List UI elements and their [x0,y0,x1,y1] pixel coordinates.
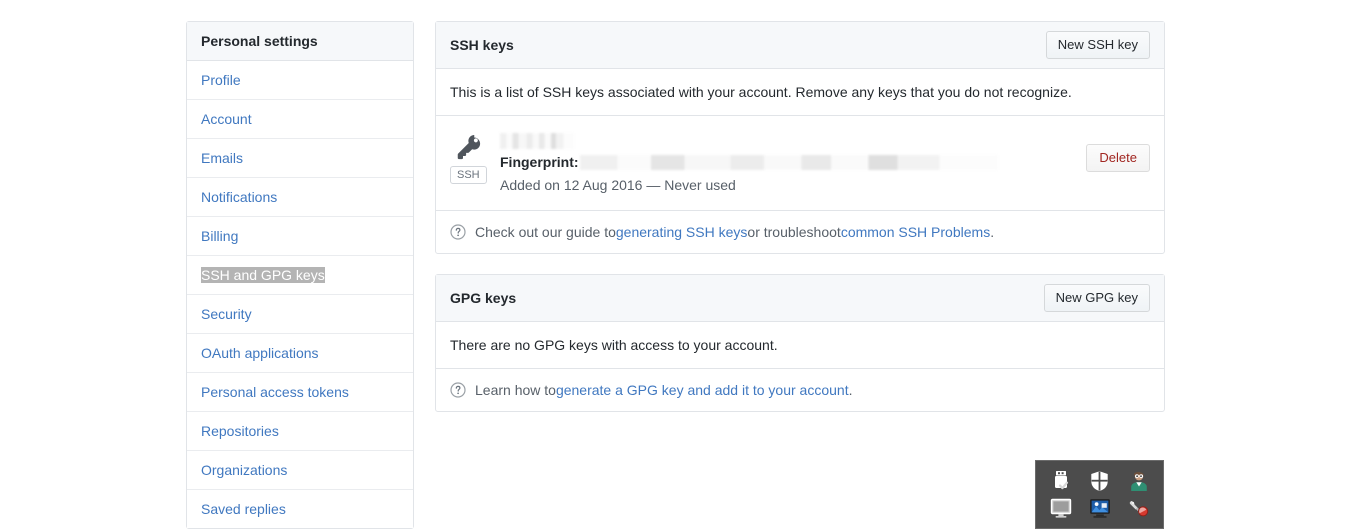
sidebar-item-personal-access-tokens[interactable]: Personal access tokens [187,373,413,412]
ssh-key-actions: Delete [1086,144,1150,172]
ssh-keys-panel: SSH keys New SSH key This is a list of S… [435,21,1165,254]
sidebar-item-ssh-and-gpg-keys[interactable]: SSH and GPG keys [187,256,413,295]
system-tray-overflow-popup [1035,460,1164,529]
sidebar-item-label: Emails [201,150,244,166]
sidebar-header: Personal settings [187,22,413,61]
page-root: Personal settings Profile Account Emails… [0,0,1349,529]
sidebar-item-label: Saved replies [201,501,286,517]
sidebar-item-notifications[interactable]: Notifications [187,178,413,217]
sidebar-item-security[interactable]: Security [187,295,413,334]
personal-settings-sidebar: Personal settings Profile Account Emails… [186,21,414,529]
ssh-key-meta: Added on 12 Aug 2016 — Never used [500,177,736,193]
fingerprint-label: Fingerprint: [500,154,579,170]
delete-ssh-key-button[interactable]: Delete [1086,144,1150,172]
sidebar-item-saved-replies[interactable]: Saved replies [187,490,413,528]
ssh-key-icon-column: SSH [450,130,500,184]
ssh-help-text-after: . [990,224,995,240]
sidebar-item-repositories[interactable]: Repositories [187,412,413,451]
ssh-key-fingerprint-line: Fingerprint: [500,153,1150,171]
ssh-help-row: Check out our guide to generating SSH ke… [436,211,1164,253]
sidebar-item-label: Organizations [201,462,288,478]
gpg-keys-empty-message: There are no GPG keys with access to you… [436,322,1164,369]
ssh-key-type-badge: SSH [450,166,487,184]
generating-ssh-keys-link[interactable]: generating SSH keys [616,223,748,241]
ssh-help-text-before: Check out our guide to [475,224,616,240]
gpg-help-text-after: . [848,382,853,398]
ssh-keys-panel-header: SSH keys New SSH key [436,22,1164,69]
sidebar-item-label: Personal access tokens [201,384,349,400]
new-gpg-key-button[interactable]: New GPG key [1043,284,1150,312]
ssh-keys-title: SSH keys [450,37,514,53]
gpg-help-text-before: Learn how to [475,382,556,398]
gpg-keys-title: GPG keys [450,290,517,306]
sidebar-item-label: OAuth applications [201,345,319,361]
question-circle-icon [450,382,466,398]
network-tools-icon[interactable] [1127,496,1151,520]
sidebar-item-label: Repositories [201,423,279,439]
generate-gpg-key-link[interactable]: generate a GPG key and add it to your ac… [556,381,849,399]
ssh-key-list-item: SSH Fingerprint: Added on 12 Aug 2016 — … [436,116,1164,211]
sidebar-item-emails[interactable]: Emails [187,139,413,178]
display-monitor-icon[interactable] [1049,496,1073,520]
sidebar-item-account[interactable]: Account [187,100,413,139]
sidebar-item-profile[interactable]: Profile [187,61,413,100]
ssh-key-fingerprint-redacted [579,154,998,170]
ssh-key-info: Fingerprint: Added on 12 Aug 2016 — Neve… [500,130,1150,194]
sidebar-item-label: Billing [201,228,239,244]
windows-defender-shield-icon[interactable] [1088,469,1112,493]
sidebar-item-oauth-applications[interactable]: OAuth applications [187,334,413,373]
key-icon [457,135,481,160]
ssh-key-title-redacted [500,133,574,149]
sidebar-item-label: SSH and GPG keys [201,267,325,283]
ssh-keys-description: This is a list of SSH keys associated wi… [436,69,1164,116]
remote-desktop-icon[interactable] [1088,496,1112,520]
sidebar-item-organizations[interactable]: Organizations [187,451,413,490]
user-account-icon[interactable] [1127,469,1151,493]
gpg-keys-panel: GPG keys New GPG key There are no GPG ke… [435,274,1165,412]
new-ssh-key-button[interactable]: New SSH key [1045,31,1150,59]
usb-safely-remove-icon[interactable] [1049,469,1073,493]
question-circle-icon [450,224,466,240]
sidebar-item-label: Account [201,111,252,127]
ssh-help-text-middle: or troubleshoot [747,224,841,240]
sidebar-item-billing[interactable]: Billing [187,217,413,256]
common-ssh-problems-link[interactable]: common SSH Problems [841,223,990,241]
sidebar-item-label: Security [201,306,252,322]
gpg-help-row: Learn how to generate a GPG key and add … [436,369,1164,411]
sidebar-item-label: Notifications [201,189,278,205]
gpg-keys-panel-header: GPG keys New GPG key [436,275,1164,322]
sidebar-item-label: Profile [201,72,241,88]
